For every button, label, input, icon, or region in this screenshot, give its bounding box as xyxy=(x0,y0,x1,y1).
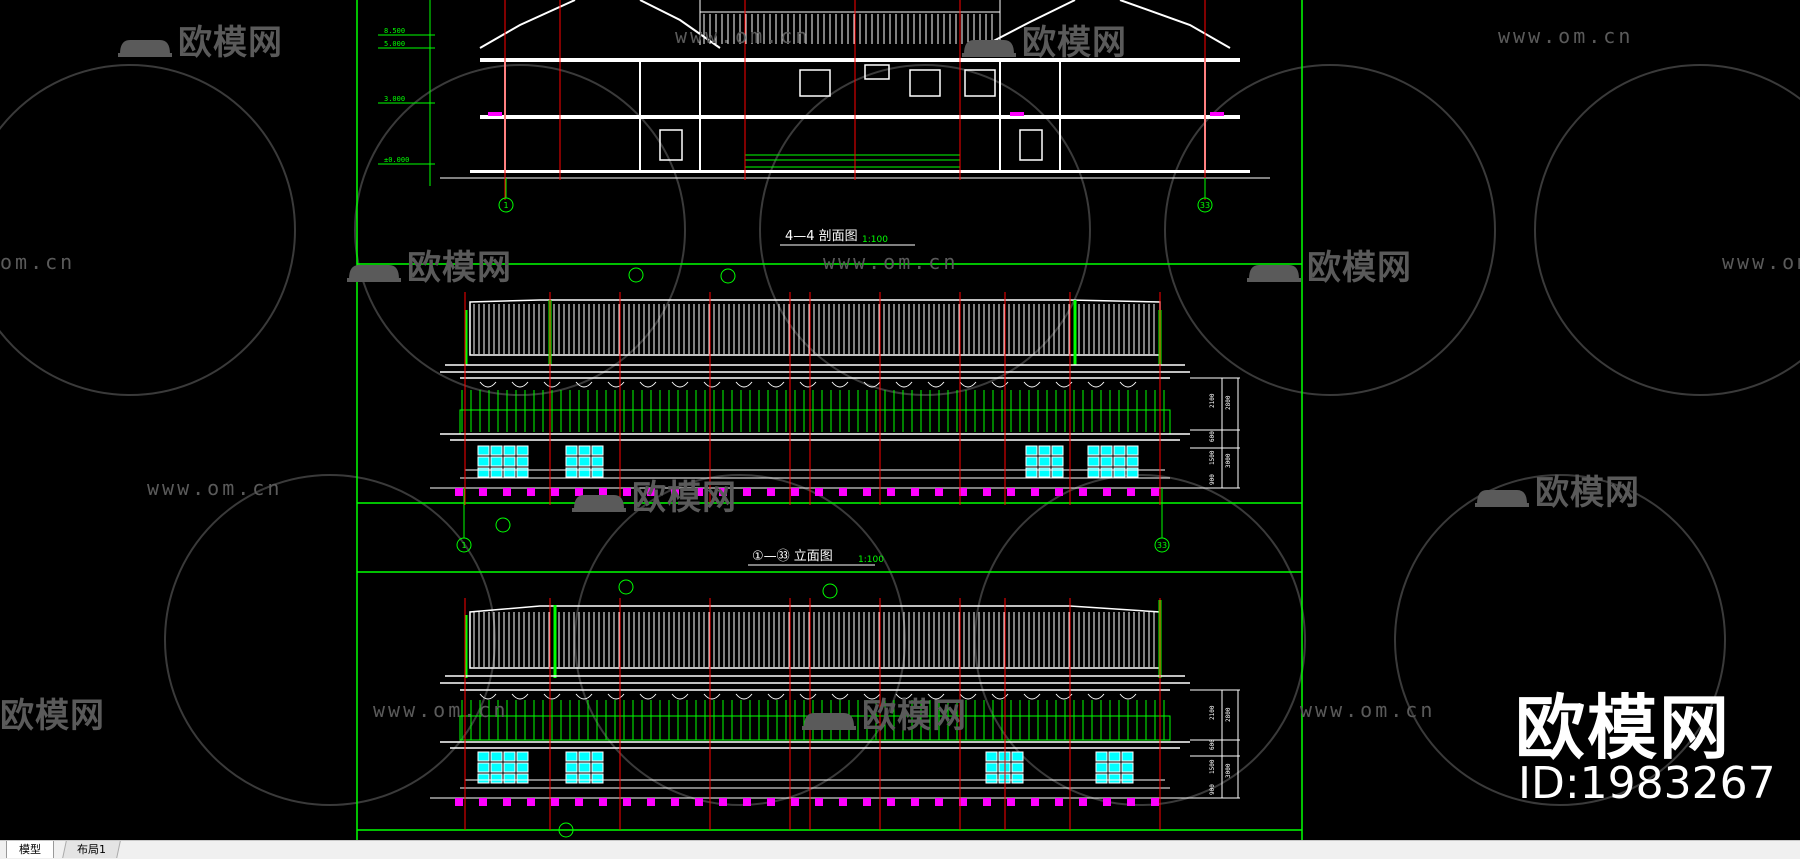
watermark-brand: 欧模网 xyxy=(0,696,105,736)
watermark-url: www.om.cn xyxy=(823,250,959,274)
watermark-url: www.om.cn xyxy=(373,698,509,722)
watermark-brand-text: 欧模网 xyxy=(1307,248,1412,288)
watermark-url: www.om.cn xyxy=(147,476,283,500)
watermark-brand-text: 欧模网 xyxy=(1535,473,1640,513)
watermark-brand: 欧模网 xyxy=(116,15,283,64)
watermark-url: om.cn xyxy=(0,250,76,274)
tab-model[interactable]: 模型 xyxy=(6,841,54,858)
dim-label: 900 xyxy=(1209,474,1216,485)
level-label: 3.000 xyxy=(384,95,405,103)
dim-label: 600 xyxy=(1209,431,1216,442)
dim-label: 3000 xyxy=(1225,763,1232,778)
dim-label: 2100 xyxy=(1209,393,1216,408)
dim-label: 600 xyxy=(1209,739,1216,750)
watermark-brand-text: 欧模网 xyxy=(862,696,967,736)
level-label: 8.500 xyxy=(384,27,405,35)
watermark-brand-text: 欧模网 xyxy=(407,248,512,288)
watermark-brand: 欧模网 xyxy=(960,15,1127,64)
dim-label: 3000 xyxy=(1225,453,1232,468)
watermark-brand-text: 欧模网 xyxy=(178,23,283,63)
dim-label: 2100 xyxy=(1209,705,1216,720)
watermark-brand: 欧模网 xyxy=(1473,465,1640,514)
watermark-url: www.om.cn xyxy=(675,24,811,48)
drawing-scale: 1:100 xyxy=(862,235,888,245)
watermark-url: www.om.cn xyxy=(1300,698,1436,722)
watermark-url: www.om.cn xyxy=(1498,24,1634,48)
axis-bubble-label: 33 xyxy=(1157,541,1167,550)
watermark-url: www.om.cn xyxy=(1722,250,1800,274)
axis-bubble-label: 33 xyxy=(1200,201,1210,210)
drawing-scale: 1:100 xyxy=(858,555,884,565)
watermark-brand: 欧模网 xyxy=(570,470,737,519)
dim-label: 2800 xyxy=(1225,395,1232,410)
tab-layout1-label: 布局1 xyxy=(77,843,106,856)
watermark-brand: 欧模网 xyxy=(800,688,967,737)
dim-label: 2800 xyxy=(1225,707,1232,722)
watermark-brand-text: 欧模网 xyxy=(632,478,737,518)
axis-bubble-label: 1 xyxy=(461,541,466,550)
drawing-title: 4—4 剖面图 xyxy=(785,229,858,244)
dim-label: 1500 xyxy=(1209,759,1216,774)
watermark-brand: 欧模网 xyxy=(345,240,512,289)
dim-label: 900 xyxy=(1209,784,1216,795)
dim-label: 1500 xyxy=(1209,450,1216,465)
brand-id: ID:1983267 xyxy=(1518,758,1776,809)
level-label: ±0.000 xyxy=(384,156,409,164)
axis-bubble-label: 1 xyxy=(503,201,508,210)
level-label: 5.000 xyxy=(384,40,405,48)
watermark-brand-text: 欧模网 xyxy=(1022,23,1127,63)
drawing-title: ①—㉝ 立面图 xyxy=(752,549,833,564)
layout-tab-bar: 模型 布局1 xyxy=(0,840,1800,859)
watermark-brand: 欧模网 xyxy=(1245,240,1412,289)
tab-layout1[interactable]: 布局1 xyxy=(62,841,121,858)
